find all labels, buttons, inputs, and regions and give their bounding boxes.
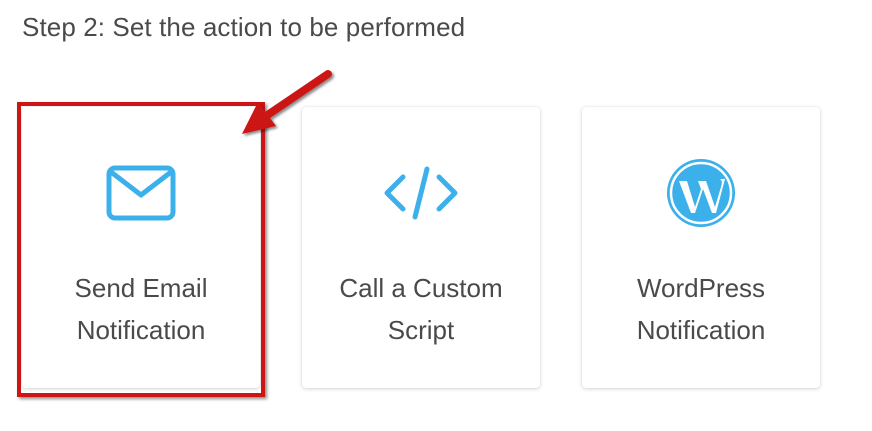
label-line: Send Email [74, 273, 208, 303]
wordpress-notification-card[interactable]: WordPress Notification [582, 107, 820, 388]
call-custom-script-label: Call a Custom Script [310, 267, 532, 351]
label-line: Notification [76, 315, 206, 345]
send-email-notification-label: Send Email Notification [30, 267, 252, 351]
envelope-icon [22, 161, 260, 225]
call-custom-script-card[interactable]: Call a Custom Script [302, 107, 540, 388]
wordpress-icon [582, 159, 820, 227]
label-line: WordPress [636, 273, 766, 303]
wordpress-notification-label: WordPress Notification [590, 267, 812, 351]
label-line: Call a Custom [339, 273, 503, 303]
label-line: Notification [636, 315, 766, 345]
label-line: Script [387, 315, 455, 345]
code-icon [302, 161, 540, 225]
send-email-notification-card[interactable]: Send Email Notification [22, 107, 260, 388]
step-title: Step 2: Set the action to be performed [22, 12, 466, 42]
